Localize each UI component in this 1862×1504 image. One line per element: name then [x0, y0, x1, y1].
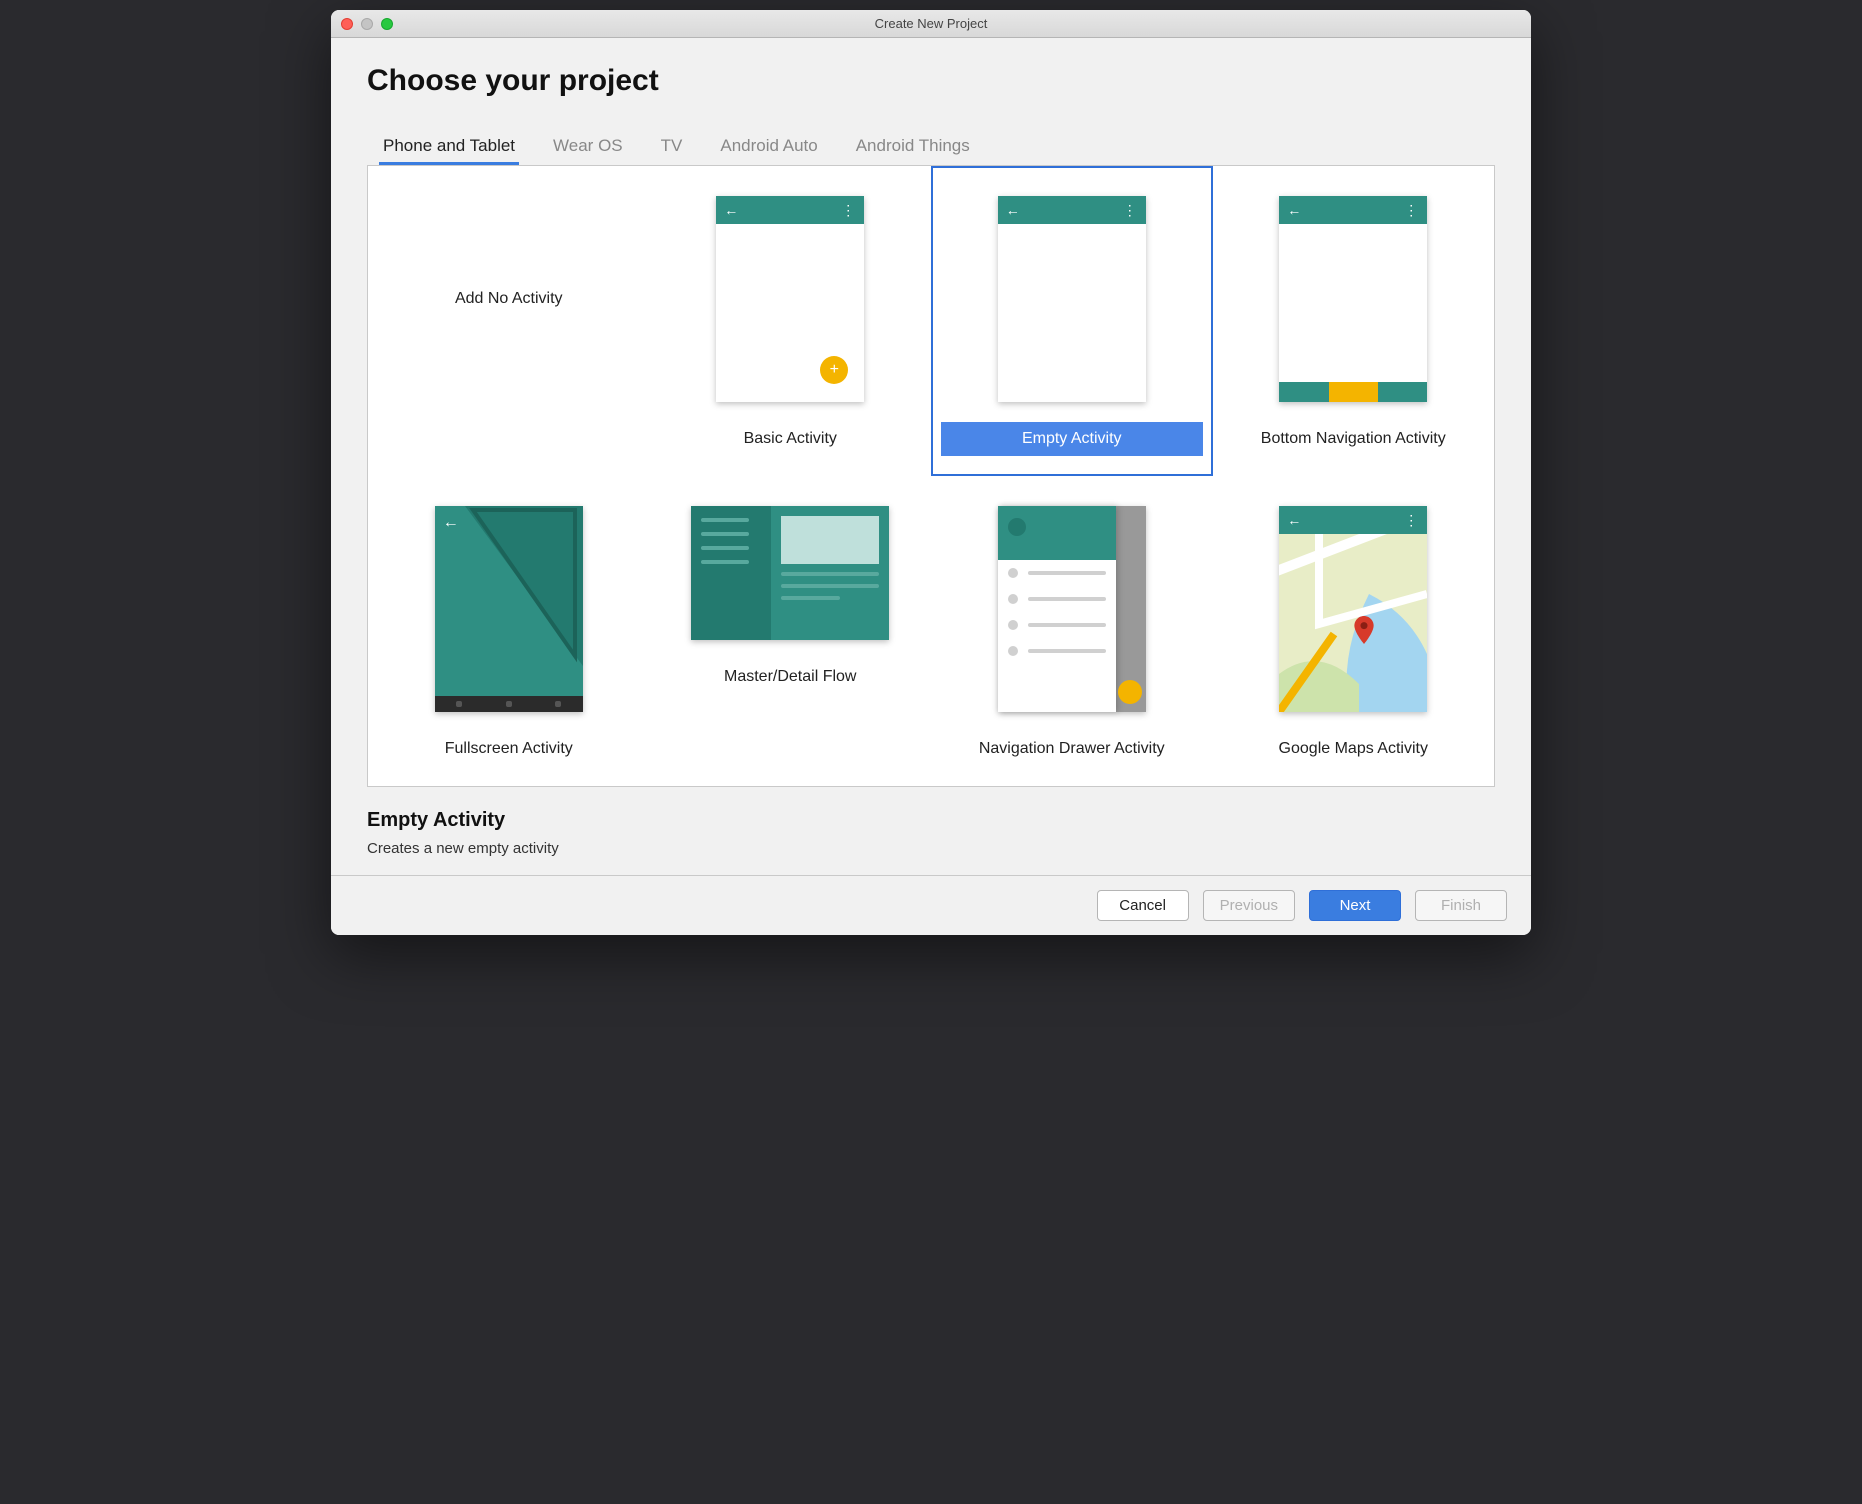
template-label: Google Maps Activity [1223, 732, 1485, 766]
template-preview: ← ⋮ + [716, 196, 864, 402]
minimize-icon[interactable] [361, 18, 373, 30]
cancel-button[interactable]: Cancel [1097, 890, 1189, 921]
avatar-icon [1008, 518, 1026, 536]
window-controls [341, 18, 393, 30]
template-navigation-drawer[interactable]: Navigation Drawer Activity [931, 476, 1213, 786]
template-basic-activity[interactable]: ← ⋮ + Basic Activity [650, 166, 932, 476]
bottom-nav-icon [1279, 382, 1427, 402]
template-preview [998, 506, 1146, 712]
appbar-icon: ← ⋮ [1279, 196, 1427, 224]
maximize-icon[interactable] [381, 18, 393, 30]
fab-icon [1118, 680, 1142, 704]
template-label: Basic Activity [660, 422, 922, 456]
template-preview: ← ⋮ [998, 196, 1146, 402]
template-preview: ← ⋮ [1279, 196, 1427, 402]
overflow-icon: ⋮ [1404, 202, 1419, 219]
template-master-detail[interactable]: Master/Detail Flow [650, 476, 932, 786]
template-label: Add No Activity [455, 290, 563, 308]
overflow-icon: ⋮ [841, 202, 856, 219]
page-title: Choose your project [367, 64, 1495, 98]
template-empty-activity[interactable]: ← ⋮ Empty Activity [931, 166, 1213, 476]
back-arrow-icon: ← [724, 202, 738, 218]
template-label: Fullscreen Activity [378, 732, 640, 766]
tab-android-auto[interactable]: Android Auto [716, 130, 821, 165]
template-label: Navigation Drawer Activity [941, 732, 1203, 766]
tab-android-things[interactable]: Android Things [852, 130, 974, 165]
template-label: Master/Detail Flow [660, 660, 922, 694]
device-tabs: Phone and Tablet Wear OS TV Android Auto… [367, 130, 1495, 166]
dialog-footer: Cancel Previous Next Finish [331, 875, 1531, 935]
tab-tv[interactable]: TV [657, 130, 687, 165]
previous-button[interactable]: Previous [1203, 890, 1295, 921]
overflow-icon: ⋮ [1404, 512, 1419, 529]
template-preview [691, 506, 889, 640]
appbar-icon: ← ⋮ [1279, 506, 1427, 534]
detail-description: Creates a new empty activity [367, 840, 1495, 857]
back-arrow-icon: ← [1287, 512, 1301, 528]
tab-phone-tablet[interactable]: Phone and Tablet [379, 130, 519, 165]
template-detail: Empty Activity Creates a new empty activ… [331, 787, 1531, 875]
tab-wear-os[interactable]: Wear OS [549, 130, 627, 165]
template-label: Bottom Navigation Activity [1223, 422, 1485, 456]
titlebar: Create New Project [331, 10, 1531, 38]
system-navbar-icon [435, 696, 583, 712]
template-add-no-activity[interactable]: Add No Activity Add No Activity [368, 166, 650, 476]
overflow-icon: ⋮ [1123, 202, 1138, 219]
template-grid: Add No Activity Add No Activity ← ⋮ + Ba… [367, 165, 1495, 787]
appbar-icon: ← ⋮ [998, 196, 1146, 224]
dialog-window: Create New Project Choose your project P… [331, 10, 1531, 935]
appbar-icon: ← ⋮ [716, 196, 864, 224]
close-icon[interactable] [341, 18, 353, 30]
back-arrow-icon: ← [1287, 202, 1301, 218]
template-fullscreen-activity[interactable]: ← ⛶ Fullscreen Activity [368, 476, 650, 786]
template-preview: Add No Activity [435, 196, 583, 402]
next-button[interactable]: Next [1309, 890, 1401, 921]
fab-icon: + [820, 356, 848, 384]
finish-button[interactable]: Finish [1415, 890, 1507, 921]
window-title: Create New Project [331, 16, 1531, 31]
phone-outline-icon [435, 506, 583, 712]
template-preview: ← ⋮ [1279, 506, 1427, 712]
map-icon [1279, 534, 1427, 712]
template-preview: ← ⛶ [435, 506, 583, 712]
detail-title: Empty Activity [367, 809, 1495, 832]
template-bottom-navigation[interactable]: ← ⋮ Bottom Navigation Activity [1213, 166, 1495, 476]
template-google-maps[interactable]: ← ⋮ [1213, 476, 1495, 786]
template-label: Empty Activity [941, 422, 1203, 456]
back-arrow-icon: ← [1006, 202, 1020, 218]
content-area: Choose your project Phone and Tablet Wea… [331, 38, 1531, 787]
